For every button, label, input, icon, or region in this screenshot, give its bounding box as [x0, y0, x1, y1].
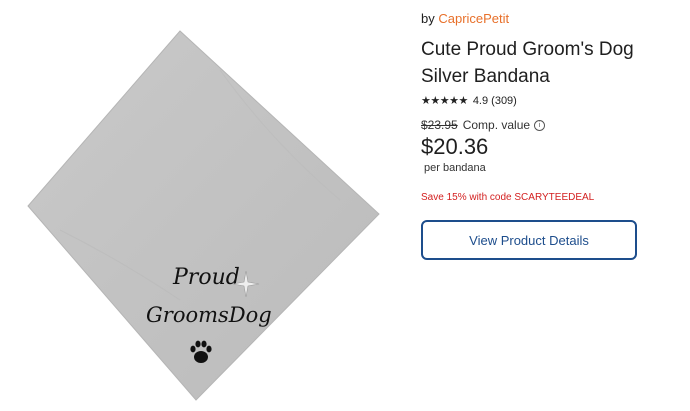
rating[interactable]: ★★★★★ 4.9 (309) [421, 94, 517, 108]
current-price: $20.36 [421, 134, 489, 159]
price-unit: per bandana [424, 162, 486, 174]
byline: by CapricePetit [421, 11, 509, 26]
bandana-text-line1: Proud [172, 265, 240, 290]
bandana-illustration: Proud GroomsDog [27, 30, 380, 401]
byline-prefix: by [421, 11, 439, 26]
comp-value-label: Comp. value [462, 118, 531, 132]
original-price: $23.95 [421, 118, 458, 132]
rating-text: 4.9 (309) [472, 94, 517, 107]
comparison-price: $23.95 Comp. value i [421, 118, 546, 132]
product-image[interactable]: Proud GroomsDog [0, 0, 400, 411]
bandana-text-line2: GroomsDog [146, 303, 272, 327]
view-product-details-button[interactable]: View Product Details [421, 220, 637, 260]
product-title[interactable]: Cute Proud Groom's Dog Silver Bandana [421, 36, 683, 90]
star-rating-icon: ★★★★★ [421, 95, 468, 107]
promo-text: Save 15% with code SCARYTEEDEAL [421, 192, 595, 203]
info-icon[interactable]: i [534, 119, 546, 131]
seller-link[interactable]: CapricePetit [438, 11, 509, 26]
